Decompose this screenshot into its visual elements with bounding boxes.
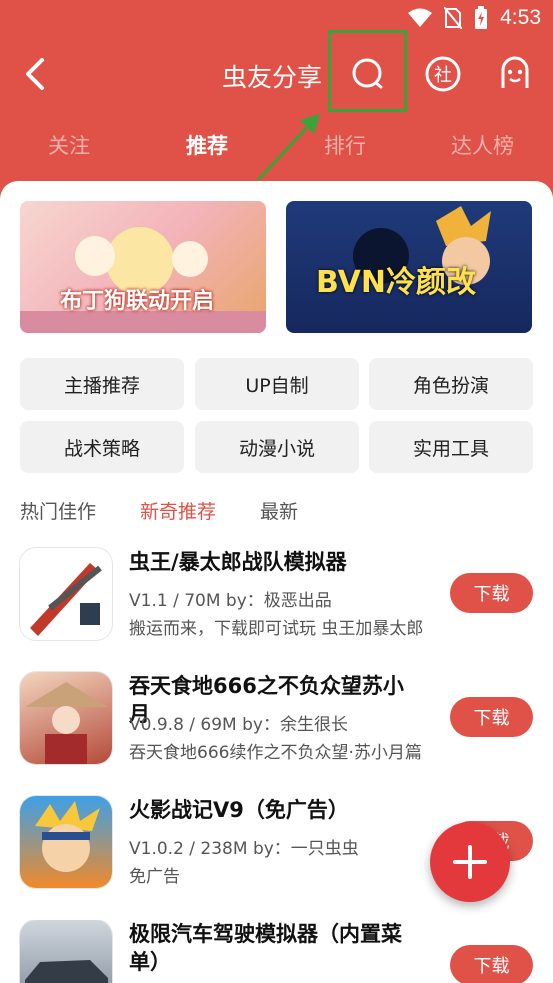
filter-novel[interactable]: 新奇推荐 [140, 497, 216, 524]
app-icon [20, 920, 112, 983]
banner-bvn[interactable]: BVN冷颜改 [286, 201, 532, 333]
banner-label: 布丁狗联动开启 [60, 289, 215, 314]
category-strategy[interactable]: 战术策略 [20, 421, 184, 473]
back-button[interactable] [18, 54, 58, 94]
category-tools[interactable]: 实用工具 [369, 421, 533, 473]
tab-bar: 关注 推荐 排行 达人榜 [0, 118, 553, 174]
download-button[interactable]: 下载 [450, 573, 533, 613]
filter-latest[interactable]: 最新 [260, 497, 298, 524]
profile-button[interactable] [495, 54, 535, 94]
app-description: 搬运而来，下载即可试玩 虫王加暴太郎 [129, 619, 424, 639]
status-bar: 4:53 [0, 0, 553, 36]
app-meta: V1.1 / 70M by：极恶出品 [129, 591, 332, 611]
app-meta: V1.0.2 / 238M by：一只虫虫 [129, 839, 359, 859]
list-item[interactable]: 吞天食地666之不负众望苏小月 V0.9.8 / 69M by：余生很长 吞天食… [0, 672, 553, 784]
list-item[interactable]: 极限汽车驾驶模拟器（内置菜单） 下载 [0, 920, 553, 983]
avatar-icon [501, 56, 529, 88]
tab-recommend[interactable]: 推荐 [186, 130, 228, 160]
banner-label: BVN冷颜改 [316, 265, 476, 300]
category-streamer[interactable]: 主播推荐 [20, 358, 184, 410]
app-description: 免广告 [129, 867, 180, 887]
community-icon: 社 [425, 56, 461, 92]
add-fab-button[interactable] [430, 822, 510, 902]
app-name: 虫王/暴太郎战队模拟器 [129, 550, 347, 574]
list-item[interactable]: 虫王/暴太郎战队模拟器 V1.1 / 70M by：极恶出品 搬运而来，下载即可… [0, 548, 553, 660]
wifi-icon [408, 8, 433, 27]
tab-follow[interactable]: 关注 [48, 130, 90, 160]
category-anime-novel[interactable]: 动漫小说 [195, 421, 359, 473]
search-highlight-box [328, 30, 407, 112]
app-icon [20, 672, 112, 764]
status-time: 4:53 [500, 6, 541, 29]
battery-charging-icon [475, 6, 488, 29]
category-up-made[interactable]: UP自制 [195, 358, 359, 410]
no-sim-icon [444, 7, 463, 29]
tab-experts[interactable]: 达人榜 [451, 130, 514, 160]
svg-text:社: 社 [434, 65, 452, 86]
plus-icon [453, 845, 487, 879]
app-icon [20, 548, 112, 640]
community-button[interactable]: 社 [423, 54, 463, 94]
filter-hot[interactable]: 热门佳作 [20, 497, 96, 524]
banner-pudding-dog[interactable]: 布丁狗联动开启 [20, 201, 266, 333]
chevron-left-icon [26, 58, 44, 90]
page-title: 虫友分享 [222, 63, 323, 92]
app-description: 吞天食地666续作之不负众望·苏小月篇 [129, 743, 422, 763]
app-name: 火影战记V9（免广告） [129, 798, 349, 822]
download-button[interactable]: 下载 [450, 697, 533, 737]
app-icon [20, 796, 112, 888]
category-rpg[interactable]: 角色扮演 [369, 358, 533, 410]
tab-ranking[interactable]: 排行 [324, 130, 366, 160]
app-meta: V0.9.8 / 69M by：余生很长 [129, 715, 348, 735]
download-button[interactable]: 下载 [450, 945, 533, 983]
top-bar: 虫友分享 社 [0, 36, 553, 112]
app-name: 极限汽车驾驶模拟器（内置菜单） [129, 922, 402, 974]
